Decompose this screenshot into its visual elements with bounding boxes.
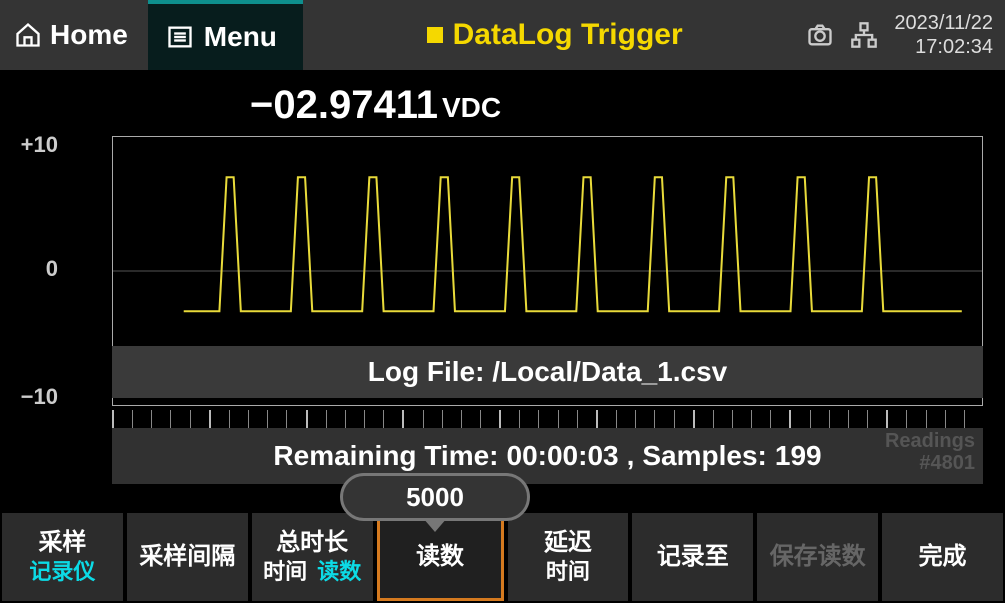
softkey-line2: 时间读数: [263, 558, 361, 586]
softkey-line1: 延迟: [544, 528, 592, 558]
softkey-保存读数: 保存读数: [757, 513, 878, 601]
menu-icon: [166, 23, 194, 51]
softkey-line1: 完成: [919, 542, 967, 572]
x-ticks: [112, 410, 983, 428]
readings-counter: Readings #4801: [885, 430, 975, 474]
softkey-line1: 采样: [38, 528, 86, 558]
log-file-label: Log File:: [368, 356, 485, 388]
ytick-top: +10: [0, 132, 58, 158]
remaining-label: Remaining Time:: [273, 440, 498, 472]
remaining-value: 00:00:03: [507, 440, 619, 472]
top-right-area: 2023/11/22 17:02:34: [806, 11, 1005, 59]
remaining-bar: Remaining Time: 00:00:03, Samples: 199: [112, 428, 983, 484]
softkey-row: 采样记录仪采样间隔总时长时间读数读数延迟时间记录至保存读数完成: [0, 513, 1005, 603]
camera-icon[interactable]: [806, 21, 834, 49]
softkey-line1: 保存读数: [770, 542, 866, 572]
date-text: 2023/11/22: [894, 11, 993, 35]
reading-display: −02.97411 VDC: [0, 70, 1005, 128]
ytick-mid: 0: [0, 256, 58, 282]
home-icon: [14, 21, 42, 49]
softkey-延迟[interactable]: 延迟时间: [508, 513, 629, 601]
menu-label: Menu: [204, 21, 277, 53]
log-file-path: /Local/Data_1.csv: [492, 356, 727, 388]
chart-area: +10 0 −10 Log File: /Local/Data_1.csv Re…: [0, 128, 1005, 513]
reading-value: −02.97411: [250, 83, 438, 128]
softkey-采样间隔[interactable]: 采样间隔: [127, 513, 248, 601]
home-label: Home: [50, 19, 128, 51]
softkey-总时长[interactable]: 总时长时间读数: [252, 513, 373, 601]
samples-label: Samples:: [642, 440, 767, 472]
title-marker-icon: [427, 27, 443, 43]
softkey-记录至[interactable]: 记录至: [632, 513, 753, 601]
top-bar: Home Menu DataLog Trigger 2023/11/22 17:…: [0, 0, 1005, 70]
softkey-line1: 采样间隔: [139, 542, 235, 572]
bubble-value: 5000: [406, 482, 464, 513]
softkey-line1: 记录至: [657, 542, 729, 572]
network-icon[interactable]: [850, 21, 878, 49]
menu-button[interactable]: Menu: [148, 0, 303, 70]
softkey-line1: 读数: [416, 542, 464, 572]
home-button[interactable]: Home: [0, 0, 148, 70]
softkey-采样[interactable]: 采样记录仪: [2, 513, 123, 601]
readings-count: #4801: [885, 452, 975, 474]
title-text: DataLog Trigger: [453, 18, 683, 52]
readings-label: Readings: [885, 430, 975, 452]
softkey-line2: 时间: [546, 558, 590, 586]
reading-unit: VDC: [440, 92, 501, 128]
softkey-line2: 记录仪: [29, 558, 95, 586]
ytick-bot: −10: [0, 384, 58, 410]
page-title: DataLog Trigger: [303, 18, 806, 52]
value-bubble[interactable]: 5000: [340, 473, 530, 521]
samples-value: 199: [775, 440, 822, 472]
datetime: 2023/11/22 17:02:34: [894, 11, 993, 59]
log-file-overlay: Log File: /Local/Data_1.csv: [112, 346, 983, 398]
bubble-pointer-icon: [423, 518, 447, 532]
softkey-line1: 总时长: [276, 528, 348, 558]
softkey-完成[interactable]: 完成: [882, 513, 1003, 601]
time-text: 17:02:34: [894, 35, 993, 59]
